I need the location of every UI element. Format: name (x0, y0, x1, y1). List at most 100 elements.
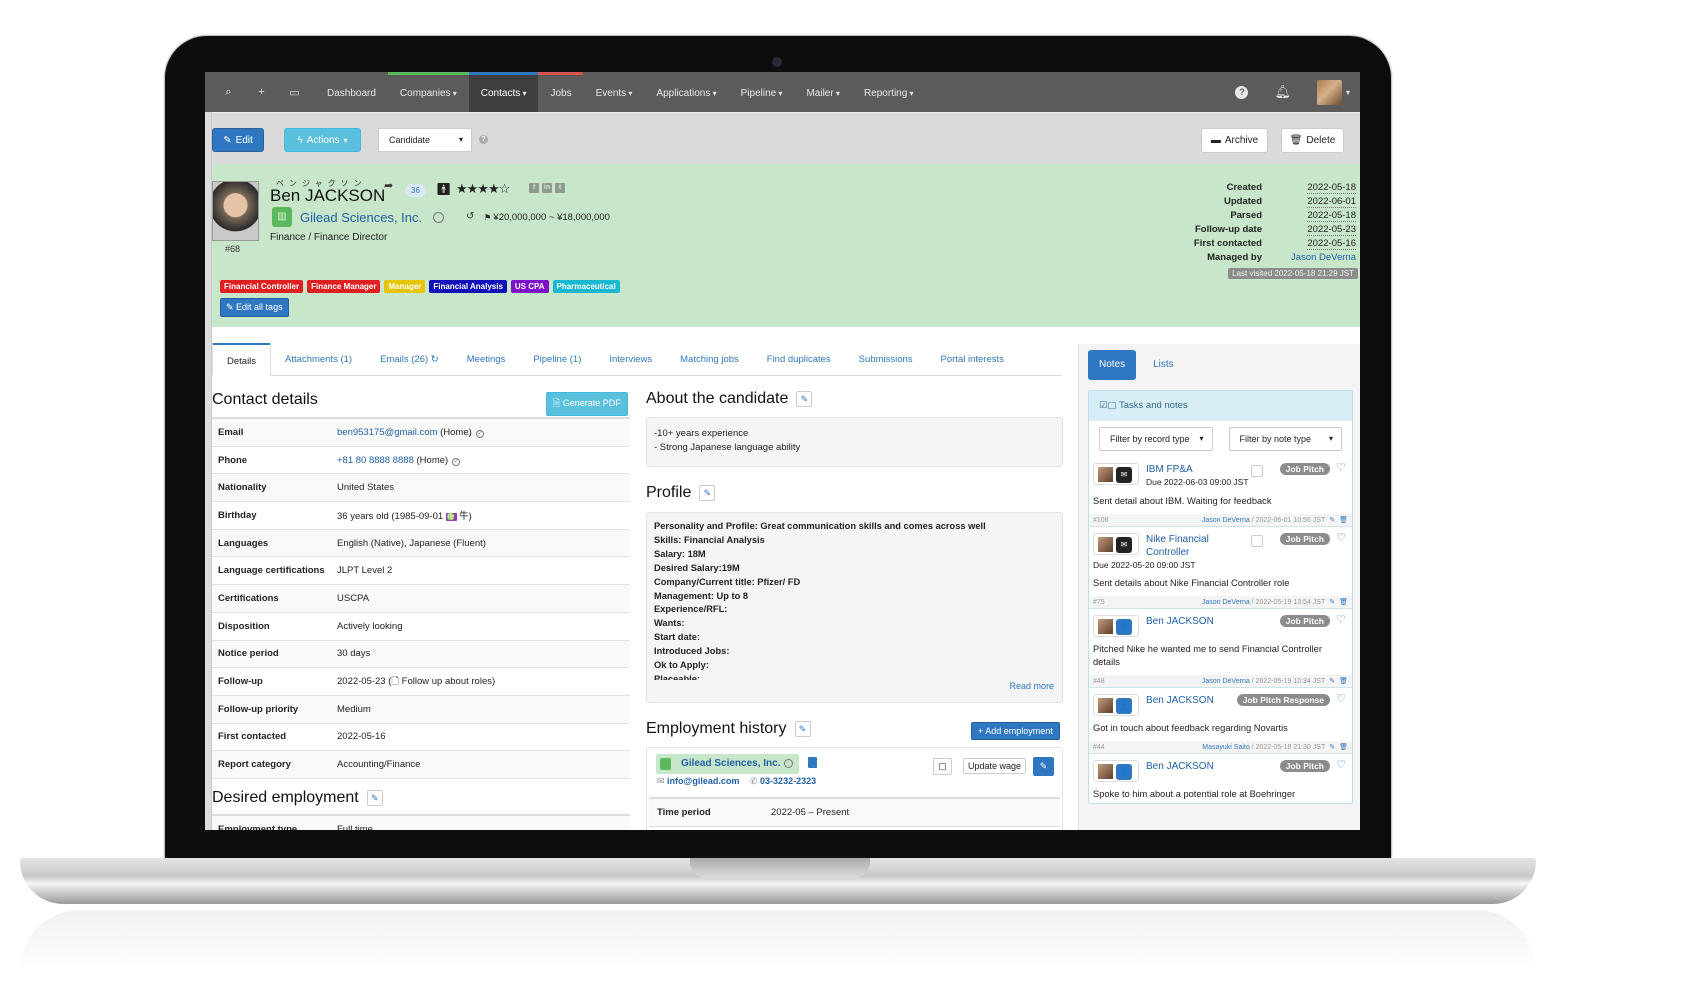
note-title-link[interactable]: Ben JACKSON (1146, 760, 1241, 773)
detail-label: Follow-up priority (218, 703, 299, 715)
help-icon[interactable]: ? (1235, 85, 1249, 99)
edit-all-tags-button[interactable]: ✎ Edit all tags (220, 298, 289, 317)
tab-emails[interactable]: Emails (26) ↻ (366, 343, 453, 375)
heart-icon[interactable]: ♡ (1336, 461, 1346, 474)
note-title-link[interactable]: IBM FP&A Due 2022-06-03 09:00 JST (1146, 463, 1249, 489)
heart-icon[interactable]: ♡ (1336, 613, 1346, 626)
tag-badge[interactable]: Finance Manager (307, 280, 381, 293)
generate-pdf-button[interactable]: 🗎 Generate PDF (546, 392, 628, 416)
edit-profile-button[interactable]: ✎ (699, 485, 716, 501)
tab-find-duplicates[interactable]: Find duplicates (753, 343, 845, 375)
edit-button[interactable]: ✎ Edit (212, 128, 264, 152)
trash-icon[interactable]: 🗑︎ (1339, 678, 1348, 685)
share-icon[interactable]: ➦ (384, 179, 393, 192)
employment-email[interactable]: ✉ info@gilead.com (657, 776, 739, 787)
help-icon[interactable]: ? (479, 135, 488, 144)
nav-item-applications[interactable]: Applications (644, 72, 728, 112)
meta-label: Managed by (1207, 252, 1262, 263)
note-title-link[interactable]: Nike Financial Controller Due 2022-05-20 … (1093, 533, 1241, 570)
nav-item-companies[interactable]: Companies (388, 72, 469, 112)
twitter-icon[interactable]: t (555, 183, 565, 193)
linkedin-icon[interactable]: in (542, 183, 552, 193)
trash-icon[interactable]: 🗑︎ (1339, 517, 1348, 524)
add-employment-button[interactable]: + Add employment (971, 722, 1060, 740)
note-item: 👤 Ben JACKSON Job Pitch ♡ Pitched Nike he wa… (1089, 609, 1352, 688)
tag-badge[interactable]: Pharmaceutical (552, 280, 620, 293)
search-icon[interactable]: ⌕ (212, 86, 245, 99)
tab-notes[interactable]: Notes (1088, 350, 1137, 380)
detail-row: Language certifications JLPT Level 2 (212, 557, 630, 586)
tab-details[interactable]: Details (212, 343, 272, 376)
edit-employment-history-button[interactable]: ✎ (794, 721, 811, 737)
edit-about-button[interactable]: ✎ (796, 391, 813, 407)
tag-badge[interactable]: Manager (384, 280, 426, 293)
nav-item-pipeline[interactable]: Pipeline (729, 72, 795, 112)
edit-desired-employment-button[interactable]: ✎ (366, 790, 383, 806)
filter-record-type-select[interactable]: Filter by record type ▾ (1099, 427, 1213, 451)
trash-icon[interactable]: 🗑︎ (1339, 599, 1348, 606)
note-author-link[interactable]: Jason DeVerna (1202, 599, 1250, 606)
tag-badge[interactable]: US CPA (510, 280, 549, 293)
managed-by-link[interactable]: Jason DeVerna (1262, 251, 1356, 265)
task-checkbox[interactable] (1251, 465, 1263, 477)
archive-button[interactable]: ▬ Archive (1201, 128, 1268, 153)
company-link[interactable]: Gilead Sciences, Inc. (300, 210, 422, 225)
star-rating[interactable]: ★★★★☆ (456, 181, 510, 197)
note-footer: #108 Jason DeVerna / 2022-06-01 10:56 JST… (1089, 514, 1352, 526)
actions-button[interactable]: ϟ Actions ▾ (284, 128, 361, 152)
heart-icon[interactable]: ♡ (1336, 692, 1346, 705)
tab-matching-jobs[interactable]: Matching jobs (666, 343, 753, 375)
detail-value: 30 days (337, 648, 370, 659)
heart-icon[interactable]: ♡ (1336, 758, 1346, 771)
bell-icon[interactable]: 🔔︎ (1274, 84, 1291, 100)
history-icon[interactable]: ↺ (466, 211, 474, 222)
nav-item-jobs[interactable]: Jobs (538, 72, 583, 112)
tab-attachments[interactable]: Attachments (1) (271, 343, 366, 375)
tab-lists[interactable]: Lists (1142, 350, 1185, 380)
nav-item-mailer[interactable]: Mailer (794, 72, 851, 112)
employment-company-link[interactable]: Gilead Sciences, Inc. (681, 758, 781, 769)
nav-item-dashboard[interactable]: Dashboard (315, 72, 388, 112)
tab-portal-interests[interactable]: Portal interests (927, 343, 1018, 375)
tag-badge[interactable]: Financial Controller (220, 280, 304, 293)
detail-link[interactable]: ben953175@gmail.com (337, 427, 437, 438)
delete-button[interactable]: 🗑︎ Delete (1281, 128, 1344, 153)
tab-submissions[interactable]: Submissions (845, 343, 927, 375)
note-author-link[interactable]: Masayuki Saito (1202, 744, 1249, 751)
note-title-link[interactable]: Ben JACKSON (1146, 694, 1241, 707)
update-wage-button[interactable]: Update wage (963, 758, 1027, 774)
tag-badge[interactable]: Financial Analysis (429, 280, 507, 293)
user-menu[interactable]: ▾ (1316, 79, 1350, 105)
note-title-link[interactable]: Ben JACKSON (1146, 615, 1241, 628)
nav-item-reporting[interactable]: Reporting (852, 72, 926, 112)
edit-icon[interactable]: ✎ (1329, 678, 1335, 685)
note-author-link[interactable]: Jason DeVerna (1202, 678, 1250, 685)
contact-card-icon[interactable] (808, 757, 817, 768)
nav-item-events[interactable]: Events (584, 72, 645, 112)
nav-item-contacts[interactable]: Contacts (468, 72, 539, 112)
facebook-icon[interactable]: f (529, 183, 539, 193)
plus-icon[interactable]: + (245, 86, 278, 98)
filter-note-type-select[interactable]: Filter by note type ▾ (1228, 427, 1342, 451)
note-button[interactable]: ▢ (933, 758, 952, 775)
window-icon[interactable]: ▭ (278, 86, 311, 99)
tab-meetings[interactable]: Meetings (453, 343, 520, 375)
edit-icon[interactable]: ✎ (1329, 599, 1335, 606)
edit-icon[interactable]: ✎ (1329, 517, 1335, 524)
trash-icon[interactable]: 🗑︎ (1339, 744, 1348, 751)
tab-interviews[interactable]: Interviews (595, 343, 666, 375)
profile-line: Company/Current title: Pfizer/ FD (654, 576, 801, 587)
tab-pipeline[interactable]: Pipeline (1) (519, 343, 595, 375)
note-author-link[interactable]: Jason DeVerna (1202, 517, 1250, 524)
read-more-link[interactable]: Read more (1009, 680, 1054, 694)
edit-employment-button[interactable]: ✎ (1033, 757, 1054, 776)
detail-link[interactable]: +81 80 8888 8888 (337, 455, 414, 466)
profile-title: Profile (646, 484, 692, 501)
note-footer: #75 Jason DeVerna / 2022-05-19 13:54 JST ✎… (1089, 596, 1352, 608)
heart-icon[interactable]: ♡ (1336, 531, 1346, 544)
detail-label: Report category (218, 759, 291, 771)
task-checkbox[interactable] (1251, 535, 1263, 547)
contact-type-select[interactable]: Candidate ▾ (378, 128, 472, 152)
edit-icon[interactable]: ✎ (1329, 744, 1335, 751)
employment-phone[interactable]: ✆ 03-3232-2323 (750, 776, 816, 787)
